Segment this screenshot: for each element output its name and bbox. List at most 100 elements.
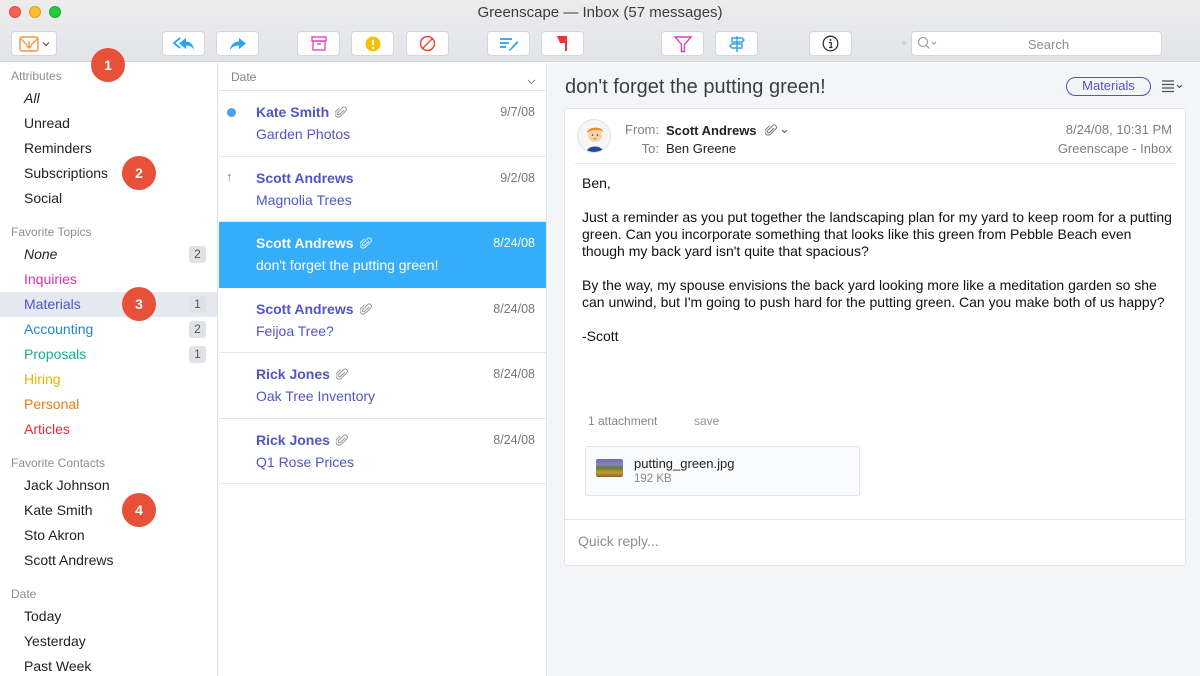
archive-box-icon: [310, 36, 327, 51]
chevron-down-icon[interactable]: [527, 72, 536, 88]
sidebar-item-scott-andrews[interactable]: Scott Andrews: [0, 548, 217, 573]
annotation-marker-3: 3: [122, 287, 156, 321]
sidebar-item-unread[interactable]: Unread: [0, 111, 217, 136]
paperclip-icon: [335, 367, 348, 384]
message-date: 9/7/08: [500, 105, 535, 119]
get-mail-button[interactable]: [11, 31, 57, 56]
annotation-marker-1: 1: [91, 48, 125, 82]
message-subject: Oak Tree Inventory: [256, 388, 376, 404]
sidebar-item-label: Yesterday: [24, 633, 86, 649]
signpost-icon: [728, 35, 745, 53]
sidebar-item-personal[interactable]: Personal: [0, 392, 217, 417]
section-header-attributes: Attributes: [11, 69, 62, 83]
sidebar-item-inquiries[interactable]: Inquiries: [0, 267, 217, 292]
sidebar-item-all[interactable]: All: [0, 86, 217, 111]
attachment-name: putting_green.jpg: [634, 456, 735, 471]
sender-line: Scott Andrews: [666, 122, 788, 140]
block-button[interactable]: [406, 31, 449, 56]
sidebar-item-none[interactable]: None 2: [0, 242, 217, 267]
sidebar-item-materials[interactable]: Materials 1: [0, 292, 217, 317]
message-subject: Magnolia Trees: [256, 191, 352, 208]
block-icon: [419, 35, 436, 52]
sidebar-item-label: Articles: [24, 421, 70, 437]
sidebar-item-label: Jack Johnson: [24, 477, 110, 493]
attachment-item[interactable]: putting_green.jpg 192 KB: [585, 446, 860, 496]
sidebar-item-label: Hiring: [24, 371, 61, 387]
sidebar-item-sto-akron[interactable]: Sto Akron: [0, 523, 217, 548]
sidebar-item-label: Materials: [24, 296, 81, 312]
sort-header[interactable]: Date: [219, 63, 546, 91]
chevron-down-icon[interactable]: [781, 122, 788, 137]
message-date: 8/24/08: [493, 367, 535, 381]
reply-all-icon: [172, 36, 195, 51]
message-title: don't forget the putting green!: [565, 76, 826, 98]
sidebar-item-label: Scott Andrews: [24, 552, 114, 568]
search-placeholder: Search: [1027, 37, 1070, 52]
annotation-marker-4: 4: [122, 493, 156, 527]
search-field[interactable]: Search: [911, 31, 1162, 56]
sidebar-item-label: Social: [24, 190, 63, 206]
sidebar-item-kate-smith[interactable]: Kate Smith: [0, 498, 217, 523]
compose-button[interactable]: [487, 31, 530, 56]
filter-button[interactable]: [661, 31, 704, 56]
sidebar-item-proposals[interactable]: Proposals 1: [0, 342, 217, 367]
window-title: Greenscape — Inbox (57 messages): [477, 4, 723, 21]
archive-button[interactable]: [297, 31, 340, 56]
sidebar-item-past-week[interactable]: Past Week: [0, 654, 217, 676]
sender-name[interactable]: Scott Andrews: [666, 123, 757, 138]
sidebar-item-jack-johnson[interactable]: Jack Johnson: [0, 473, 217, 498]
topic-tag[interactable]: Materials: [1066, 77, 1151, 96]
sidebar-item-hiring[interactable]: Hiring: [0, 367, 217, 392]
forward-icon: [229, 37, 247, 51]
paperclip-icon: [335, 433, 348, 450]
sidebar-item-label: Today: [24, 608, 62, 624]
flag-icon: [556, 35, 570, 52]
flag-button[interactable]: [541, 31, 584, 56]
sender-avatar[interactable]: [577, 119, 611, 153]
body-paragraph: Ben,: [582, 175, 611, 191]
sidebar-item-reminders[interactable]: Reminders: [0, 136, 217, 161]
sidebar-item-accounting[interactable]: Accounting 2: [0, 317, 217, 342]
sidebar-item-label: Reminders: [24, 140, 92, 156]
rules-button[interactable]: [715, 31, 758, 56]
message-body: Ben, Just a reminder as you put together…: [582, 175, 1177, 362]
message-row-selected[interactable]: Scott Andrews don't forget the putting g…: [219, 222, 546, 288]
message-row[interactable]: Kate Smith Garden Photos 9/7/08: [219, 91, 546, 157]
sidebar-item-today[interactable]: Today: [0, 604, 217, 629]
reply-all-button[interactable]: [162, 31, 205, 56]
unread-dot-icon: [227, 108, 236, 117]
message-menu-icon[interactable]: [1161, 79, 1185, 96]
count-badge: 1: [189, 346, 206, 363]
section-header-favorite-contacts: Favorite Contacts: [11, 456, 106, 470]
sidebar-item-yesterday[interactable]: Yesterday: [0, 629, 217, 654]
message-sender: Scott Andrews: [256, 300, 354, 317]
message-date: 8/24/08: [493, 432, 535, 447]
save-attachments-link[interactable]: save: [694, 414, 719, 428]
quick-reply-input[interactable]: Quick reply...: [578, 533, 659, 549]
count-badge: 2: [189, 321, 206, 338]
message-row[interactable]: Scott Andrews Feijoa Tree? 8/24/08: [219, 288, 546, 353]
message-subject: don't forget the putting green!: [256, 257, 439, 273]
message-datetime: 8/24/08, 10:31 PM: [1065, 122, 1172, 137]
replied-arrow-icon: ↑: [226, 168, 233, 184]
info-button[interactable]: [809, 31, 852, 56]
sidebar-item-social[interactable]: Social: [0, 186, 217, 211]
forward-button[interactable]: [216, 31, 259, 56]
message-subject: Q1 Rose Prices: [256, 453, 355, 470]
message-row[interactable]: Rick Jones Oak Tree Inventory 8/24/08: [219, 353, 546, 419]
message-row[interactable]: ↑ Scott Andrews Magnolia Trees 9/2/08: [219, 157, 546, 222]
sidebar-item-articles[interactable]: Articles: [0, 417, 217, 442]
sidebar-item-label: Subscriptions: [24, 165, 109, 181]
sort-label: Date: [231, 70, 257, 84]
to-label: To:: [641, 141, 659, 156]
section-header-favorite-topics: Favorite Topics: [11, 225, 92, 239]
header-divider: [575, 163, 1175, 164]
message-row[interactable]: Rick Jones Q1 Rose Prices 8/24/08: [219, 419, 546, 484]
attachment-count: 1 attachment: [588, 414, 658, 428]
recipient-name[interactable]: Ben Greene: [666, 141, 736, 156]
section-header-date: Date: [11, 587, 37, 601]
sidebar-item-subscriptions[interactable]: Subscriptions: [0, 161, 217, 186]
message-date: 9/2/08: [500, 170, 535, 185]
junk-button[interactable]: [351, 31, 394, 56]
message-mailbox: Greenscape - Inbox: [1057, 141, 1172, 156]
